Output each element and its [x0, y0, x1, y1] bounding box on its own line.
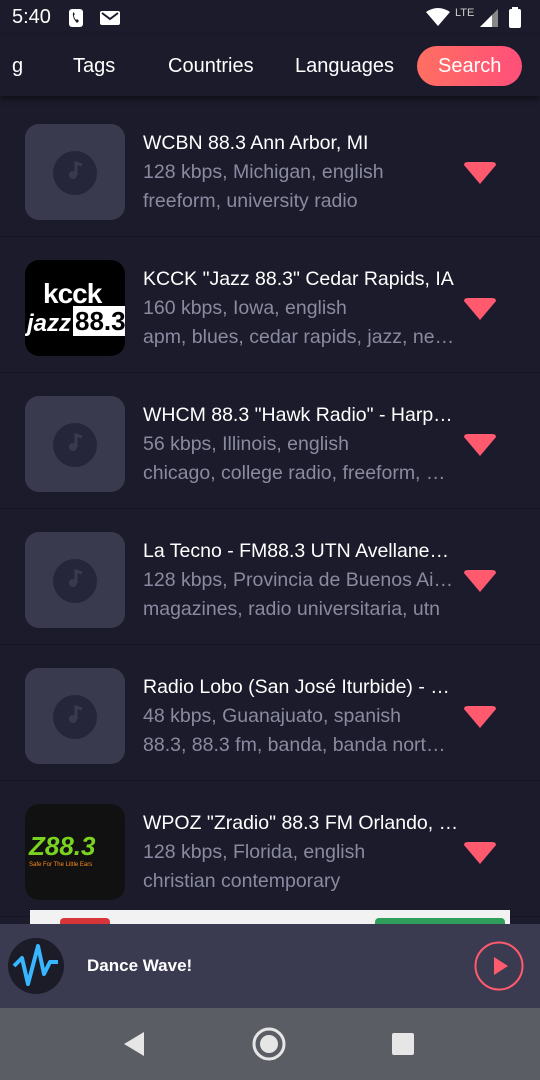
- tab-countries[interactable]: Countries: [168, 46, 254, 86]
- station-info: 56 kbps, Illinois, english: [143, 433, 349, 455]
- station-row[interactable]: WCBN 88.3 Ann Arbor, MI 128 kbps, Michig…: [0, 100, 540, 237]
- now-playing-logo: [8, 938, 64, 994]
- station-name: La Tecno - FM88.3 UTN Avellane…: [143, 540, 450, 562]
- station-tags: apm, blues, cedar rapids, jazz, ne…: [143, 326, 455, 348]
- station-logo: [25, 668, 125, 764]
- phone-notification-icon: [69, 9, 83, 27]
- station-name: WCBN 88.3 Ann Arbor, MI: [143, 132, 369, 154]
- tab-search[interactable]: Search: [417, 46, 523, 86]
- station-info: 128 kbps, Provincia de Buenos Ai…: [143, 569, 454, 591]
- favorite-heart-icon[interactable]: [464, 706, 496, 728]
- station-tags: chicago, college radio, freeform, …: [143, 462, 446, 484]
- station-tags: 88.3, 88.3 fm, banda, banda nort…: [143, 734, 446, 756]
- station-info: 128 kbps, Florida, english: [143, 841, 366, 863]
- logo-text-jazz: jazz: [27, 310, 72, 337]
- station-info: 160 kbps, Iowa, english: [143, 297, 347, 319]
- zradio-logo: Z88.3 Safe For The Little Ears: [25, 804, 125, 900]
- network-type-label: LTE: [455, 7, 475, 19]
- wave-logo-icon: [12, 944, 58, 986]
- tab-languages[interactable]: Languages: [295, 46, 394, 86]
- favorite-heart-icon[interactable]: [464, 842, 496, 864]
- station-list: WCBN 88.3 Ann Arbor, MI 128 kbps, Michig…: [0, 100, 540, 924]
- signal-icon: [480, 9, 498, 27]
- home-icon[interactable]: [251, 1026, 287, 1062]
- station-tags: freeform, university radio: [143, 190, 358, 212]
- status-bar: 5:40 LTE: [0, 0, 540, 36]
- logo-text-kcck: kcck: [43, 278, 102, 309]
- battery-icon: [509, 7, 521, 28]
- kcck-jazz-logo: kcck jazz 88.3: [25, 260, 125, 356]
- station-logo: [25, 124, 125, 220]
- tab-partial[interactable]: g: [12, 46, 23, 86]
- station-logo: [25, 396, 125, 492]
- now-playing-bar[interactable]: Dance Wave!: [0, 924, 540, 1008]
- station-name: Radio Lobo (San José Iturbide) - …: [143, 676, 450, 698]
- music-disc-icon: [53, 151, 97, 195]
- category-tab-bar: g Tags Countries Languages Search: [0, 36, 540, 96]
- station-row[interactable]: kcck jazz 88.3 KCCK "Jazz 88.3" Cedar Ra…: [0, 236, 540, 373]
- now-playing-title: Dance Wave!: [87, 956, 193, 975]
- system-nav-bar: [0, 1008, 540, 1080]
- logo-text-tagline: Safe For The Little Ears: [29, 862, 93, 868]
- message-notification-icon: [100, 11, 120, 25]
- station-name: KCCK "Jazz 88.3" Cedar Rapids, IA: [143, 268, 454, 290]
- station-row[interactable]: La Tecno - FM88.3 UTN Avellane… 128 kbps…: [0, 508, 540, 645]
- station-row[interactable]: WHCM 88.3 "Hawk Radio" - Harp… 56 kbps, …: [0, 372, 540, 509]
- favorite-heart-icon[interactable]: [464, 570, 496, 592]
- station-tags: magazines, radio universitaria, utn: [143, 598, 440, 620]
- play-button[interactable]: [474, 941, 524, 991]
- music-disc-icon: [53, 423, 97, 467]
- back-icon[interactable]: [118, 1026, 154, 1062]
- ad-banner[interactable]: [30, 910, 510, 924]
- play-icon: [494, 957, 508, 975]
- station-row[interactable]: Z88.3 Safe For The Little Ears WPOZ "Zra…: [0, 780, 540, 917]
- favorite-heart-icon[interactable]: [464, 298, 496, 320]
- recents-icon[interactable]: [385, 1026, 421, 1062]
- wifi-icon: [426, 8, 450, 26]
- station-logo: [25, 532, 125, 628]
- station-info: 128 kbps, Michigan, english: [143, 161, 384, 183]
- favorite-heart-icon[interactable]: [464, 434, 496, 456]
- logo-text-frequency: 88.3: [73, 306, 125, 336]
- tab-tags[interactable]: Tags: [73, 46, 115, 86]
- station-tags: christian contemporary: [143, 870, 341, 892]
- status-time: 5:40: [12, 6, 51, 28]
- favorite-heart-icon[interactable]: [464, 162, 496, 184]
- station-row[interactable]: Radio Lobo (San José Iturbide) - … 48 kb…: [0, 644, 540, 781]
- station-name: WPOZ "Zradio" 88.3 FM Orlando, …: [143, 812, 459, 834]
- music-disc-icon: [53, 695, 97, 739]
- music-disc-icon: [53, 559, 97, 603]
- station-info: 48 kbps, Guanajuato, spanish: [143, 705, 402, 727]
- station-name: WHCM 88.3 "Hawk Radio" - Harp…: [143, 404, 453, 426]
- logo-text-z883: Z88.3: [29, 831, 96, 861]
